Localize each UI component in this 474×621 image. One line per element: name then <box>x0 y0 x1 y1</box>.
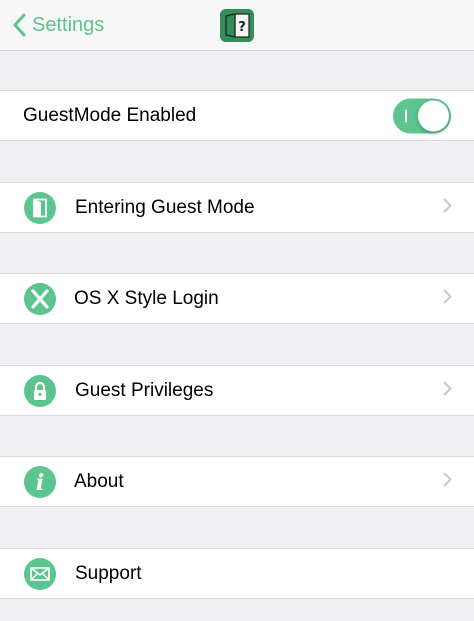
svg-text:i: i <box>36 471 44 493</box>
menu-item-label: Support <box>75 562 142 584</box>
guestmode-enabled-label: GuestMode Enabled <box>23 104 197 126</box>
chevron-left-icon <box>12 13 26 37</box>
menu-item-entering-guest-mode[interactable]: Entering Guest Mode <box>0 182 474 233</box>
guestmode-enabled-row: GuestMode Enabled <box>0 90 474 141</box>
menu-item-label: OS X Style Login <box>74 287 219 309</box>
chevron-right-icon <box>443 198 452 218</box>
switch-knob <box>418 100 449 131</box>
menu-item-label: Entering Guest Mode <box>75 196 255 218</box>
back-button[interactable]: Settings <box>12 10 104 40</box>
guestmode-enabled-switch[interactable] <box>393 98 451 133</box>
mail-icon <box>24 557 56 590</box>
menu-item-guest-privileges[interactable]: Guest Privileges <box>0 365 474 416</box>
back-button-label: Settings <box>32 13 105 36</box>
chevron-right-icon <box>443 472 452 492</box>
guest-door-app-icon: ? <box>220 9 254 42</box>
lock-icon <box>24 374 56 407</box>
chevron-right-icon <box>443 289 452 309</box>
switch-on-indicator <box>405 109 407 122</box>
info-icon: i <box>24 465 56 498</box>
menu-item-os-x-style-login[interactable]: OS X Style Login <box>0 273 474 324</box>
menu-item-support[interactable]: Support <box>0 548 474 599</box>
menu-item-about[interactable]: i About <box>0 456 474 507</box>
svg-text:?: ? <box>238 20 246 35</box>
menu-item-label: Guest Privileges <box>75 379 214 401</box>
x-logo-icon <box>24 282 56 315</box>
door-icon <box>24 191 56 224</box>
navigation-bar: Settings ? <box>0 0 474 51</box>
menu-item-label: About <box>74 470 124 492</box>
chevron-right-icon <box>443 381 452 401</box>
